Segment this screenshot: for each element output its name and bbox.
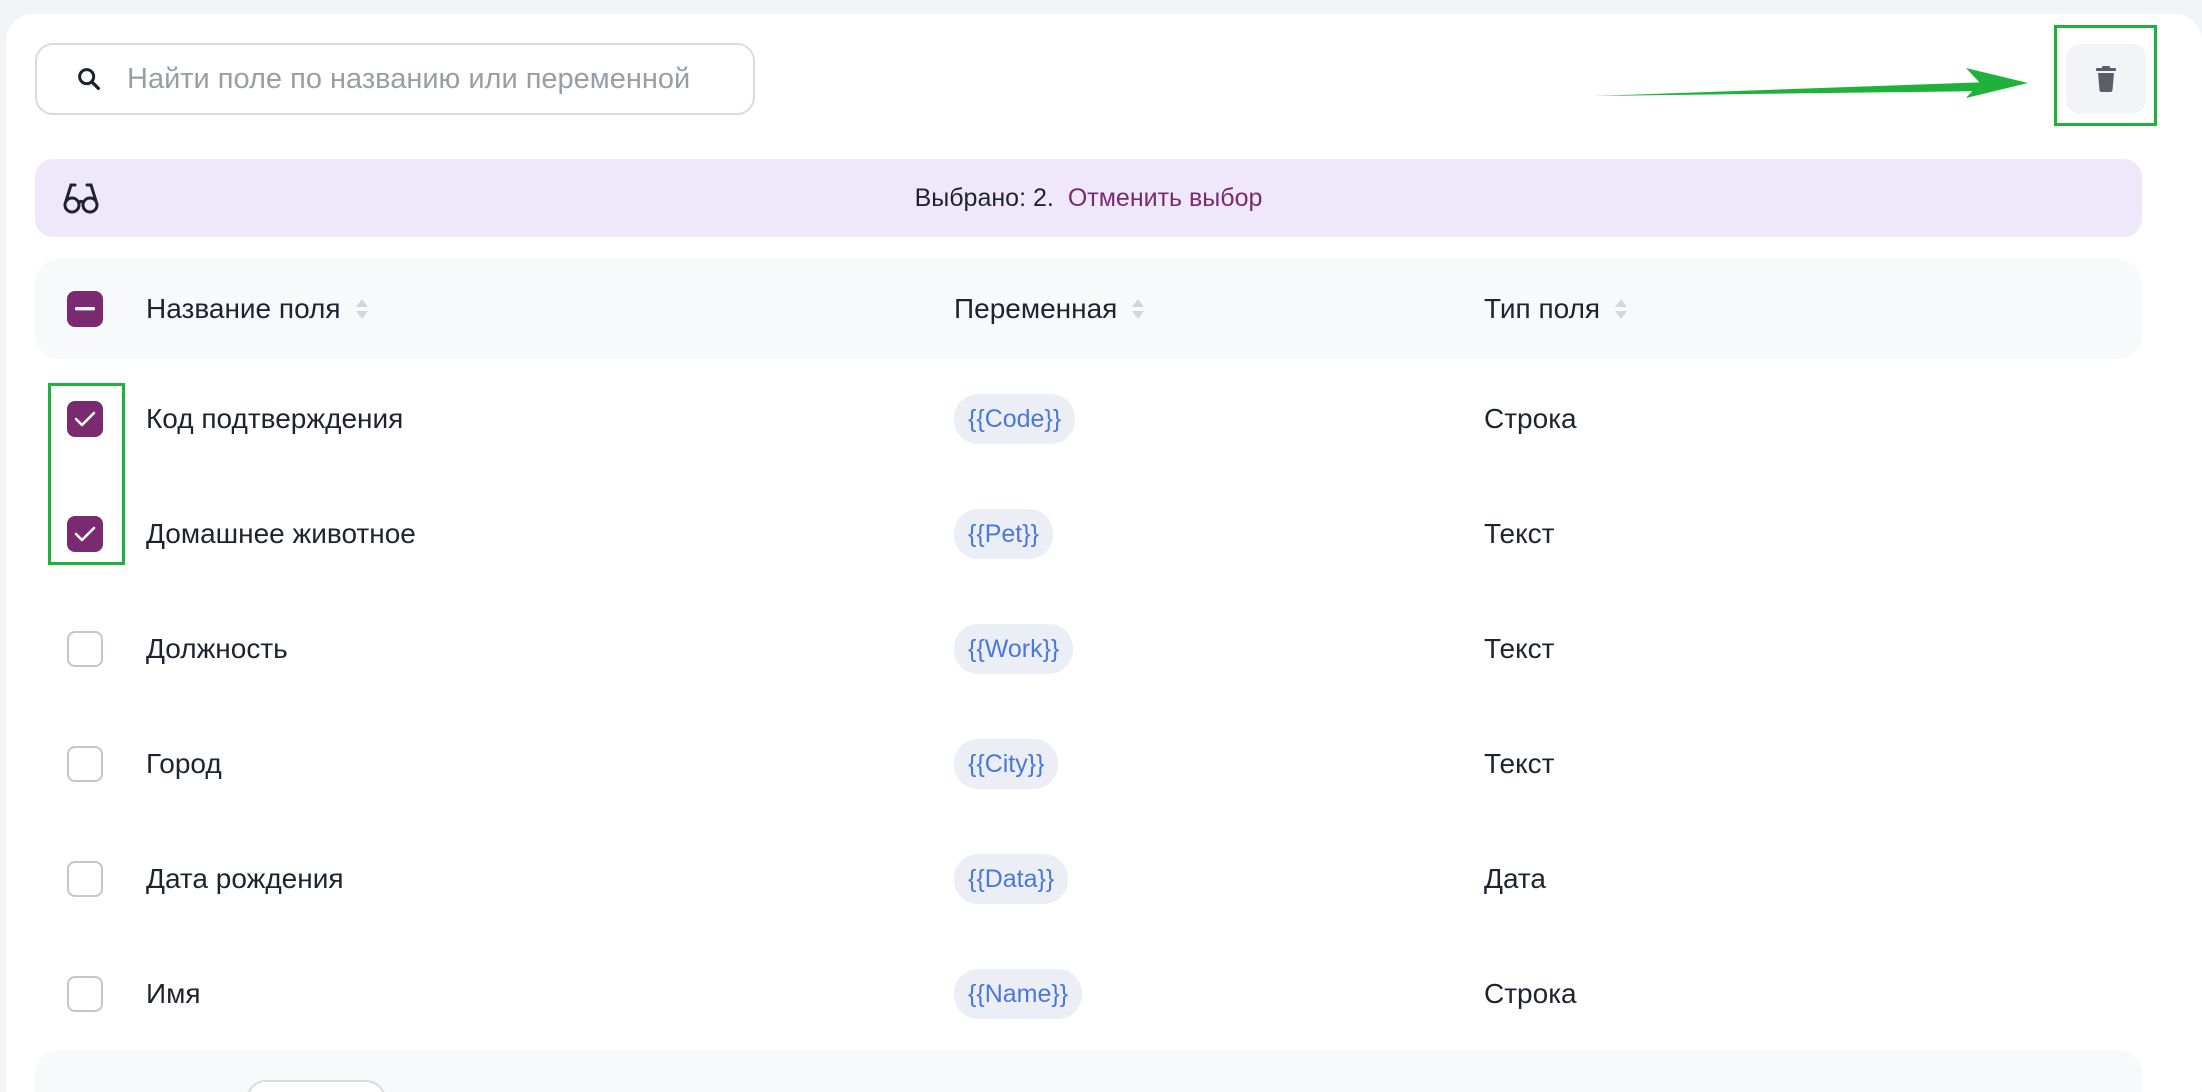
field-type: Строка [1484,402,1577,434]
field-name: Город [146,747,222,779]
row-checkbox[interactable] [67,631,103,667]
table-header: Название поля Переменная Тип поля [35,259,2142,359]
trash-icon [2096,66,2116,92]
row-checkbox[interactable] [67,746,103,782]
variable-chip: {{Data}} [954,853,1069,904]
field-name: Имя [146,977,201,1009]
variable-chip: {{Code}} [954,393,1076,444]
sort-icon[interactable] [1131,297,1145,321]
field-name: Должность [146,632,288,664]
column-header-label: Переменная [954,293,1118,324]
variable-cell: {{Data}} [954,821,1069,936]
variable-cell: {{Code}} [954,361,1076,476]
field-name: Домашнее животное [146,517,416,549]
field-name: Дата рождения [146,862,344,894]
check-icon [74,411,96,427]
field-type: Дата [1484,862,1547,894]
variable-cell: {{Pet}} [954,476,1053,591]
row-checkbox[interactable] [67,516,103,552]
field-type: Строка [1484,977,1577,1009]
page-size-select[interactable] [246,1080,386,1092]
variable-chip: {{Work}} [954,623,1074,674]
check-icon [74,526,96,542]
column-header-label: Название поля [146,293,341,324]
sort-icon[interactable] [355,297,369,321]
table-row[interactable]: Город {{City}} Текст [35,706,2142,821]
sort-icon[interactable] [1614,297,1628,321]
select-all-checkbox[interactable] [67,291,103,327]
variable-chip: {{City}} [954,738,1059,789]
field-name: Код подтверждения [146,402,404,434]
delete-button[interactable] [2066,44,2146,114]
row-checkbox[interactable] [67,401,103,437]
variable-cell: {{Work}} [954,591,1074,706]
table-row[interactable]: Должность {{Work}} Текст [35,591,2142,706]
column-header-name[interactable]: Название поля [146,259,369,359]
field-type: Текст [1484,747,1555,779]
selection-count: Выбрано: 2. [914,183,1054,212]
annotation-arrow-icon [1594,68,2028,98]
minus-icon [75,307,95,311]
selection-bar: Выбрано: 2. Отменить выбор [35,159,2142,237]
variable-cell: {{Name}} [954,936,1083,1051]
cancel-selection-link[interactable]: Отменить выбор [1068,184,1263,213]
table-row[interactable]: Код подтверждения {{Code}} Строка [35,361,2142,476]
row-checkbox[interactable] [67,861,103,897]
search-input[interactable] [127,62,753,96]
row-checkbox[interactable] [67,976,103,1012]
search-icon [78,68,100,90]
table-row[interactable]: Имя {{Name}} Строка [35,936,2142,1051]
variable-chip: {{Name}} [954,968,1083,1019]
column-header-label: Тип поля [1484,293,1601,324]
table-row[interactable]: Домашнее животное {{Pet}} Текст [35,476,2142,591]
variable-cell: {{City}} [954,706,1059,821]
field-type: Текст [1484,632,1555,664]
field-type: Текст [1484,517,1555,549]
variable-chip: {{Pet}} [954,508,1053,559]
column-header-type[interactable]: Тип поля [1484,259,1628,359]
column-header-variable[interactable]: Переменная [954,259,1145,359]
search-box[interactable] [35,43,755,115]
table-row[interactable]: Дата рождения {{Data}} Дата [35,821,2142,936]
